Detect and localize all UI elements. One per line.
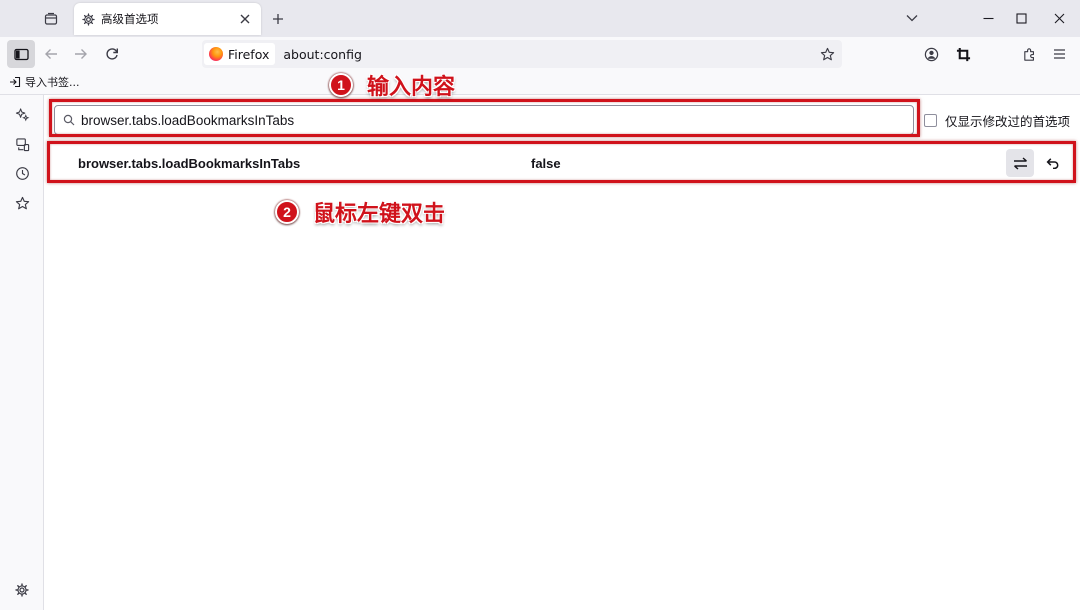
show-modified-only-option[interactable]: 仅显示修改过的首选项 [924,111,1070,130]
import-bookmarks-button[interactable]: 导入书签... [9,74,80,90]
app-menu-button[interactable] [1045,40,1073,68]
sidebar-toggle-button[interactable] [7,40,35,68]
step-2-badge: 2 [275,200,299,224]
address-bar[interactable]: Firefox about:config [202,40,842,68]
back-icon [45,49,57,59]
list-all-tabs-button[interactable] [899,6,925,30]
identity-label: Firefox [228,46,270,62]
identity-box[interactable]: Firefox [204,43,276,65]
menu-icon [1053,49,1065,59]
highlight-search-box [49,99,920,137]
chevron-down-icon [906,15,918,22]
step-2-annotation: 2 鼠标左键双击 [275,196,445,228]
customize-sidebar-button[interactable] [9,577,35,603]
maximize-button[interactable] [1008,6,1034,30]
sidebar-icon [13,48,29,60]
plus-icon [273,14,283,24]
gear-icon [82,12,95,26]
extensions-button[interactable] [1015,40,1043,68]
sidebar-rail [0,95,44,610]
url-input[interactable]: about:config [283,47,814,62]
account-button[interactable] [917,40,945,68]
minimize-button[interactable] [975,6,1001,30]
settings-icon [15,583,29,597]
reload-button[interactable] [98,40,126,68]
close-window-button[interactable] [1046,6,1072,30]
bookmarks-toolbar: 导入书签... [0,71,1080,95]
extensions-icon [1023,47,1034,61]
tab-list-button[interactable] [38,6,64,32]
reload-icon [106,48,118,60]
ai-chat-icon [15,107,29,121]
minimize-icon [983,17,993,19]
nav-toolbar: Firefox about:config [0,37,1080,71]
history-icon [15,166,29,180]
back-button[interactable] [37,40,65,68]
forward-icon [75,49,87,59]
bookmark-star-button[interactable] [814,41,840,67]
synced-tabs-icon [15,137,29,151]
import-icon [10,76,21,88]
step-1-text: 输入内容 [367,74,456,100]
new-tab-button[interactable] [266,7,290,31]
account-icon [924,47,938,61]
tab-list-icon [44,12,58,25]
step-1-badge: 1 [329,73,353,97]
bookmarks-sidebar-button[interactable] [9,190,35,216]
forward-button[interactable] [67,40,95,68]
tab-close-button[interactable] [235,9,255,29]
step-2-text: 鼠标左键双击 [313,201,446,227]
synced-tabs-button[interactable] [9,131,35,157]
bookmarks-icon [15,196,29,209]
screenshot-icon [956,47,970,61]
star-icon [820,47,834,60]
highlight-pref-row [47,141,1076,183]
import-bookmarks-label: 导入书签... [25,76,80,89]
firefox-logo-icon [209,47,223,61]
tab-title: 高级首选项 [101,12,159,26]
maximize-icon [1015,12,1027,24]
step-1-annotation: 1 输入内容 [329,69,455,101]
history-button[interactable] [9,160,35,186]
ai-chat-button[interactable] [9,101,35,127]
tab-strip: 高级首选项 [0,0,1080,37]
close-icon [240,14,250,24]
show-modified-only-checkbox[interactable] [924,114,937,127]
tab-advanced-preferences[interactable]: 高级首选项 [74,3,261,35]
screenshot-button[interactable] [949,40,977,68]
close-icon [1054,13,1064,23]
show-modified-only-label: 仅显示修改过的首选项 [945,114,1071,129]
